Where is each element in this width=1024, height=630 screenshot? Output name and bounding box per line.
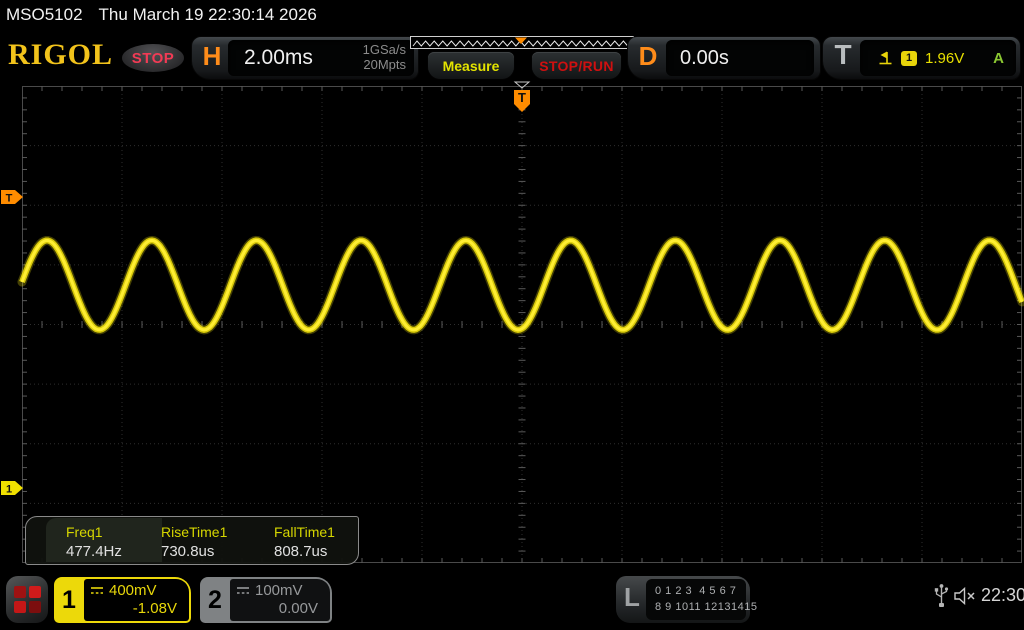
delay-well: 0.00s: [666, 40, 814, 76]
digital-row-1: 0 1 2 3 4 5 6 7: [655, 584, 737, 597]
trigger-edge-icon: [879, 51, 892, 65]
dc-coupling-icon: [237, 587, 249, 594]
rigol-logo: RIGOL: [8, 38, 114, 71]
acquisition-rates: 1GSa/s 20Mpts: [362, 42, 406, 73]
channel-1-panel[interactable]: 1 400mV -1.08V: [54, 577, 191, 623]
measurement-value: 477.4Hz: [66, 543, 122, 560]
horizontal-label: H: [202, 41, 222, 71]
svg-text:1: 1: [6, 484, 12, 496]
channel-2-offset: 0.00V: [278, 600, 318, 617]
waveform-display[interactable]: T T 1: [0, 80, 1024, 570]
model-name: MSO5102: [6, 5, 83, 24]
delay-label: D: [638, 41, 658, 71]
delay-panel[interactable]: D 0.00s: [628, 37, 820, 79]
measurement-label: Freq1: [66, 524, 103, 540]
measurement-value: 730.8us: [161, 543, 215, 560]
horizontal-panel[interactable]: H 2.00ms 1GSa/s 20Mpts: [192, 37, 418, 79]
measurement-value: 808.7us: [274, 543, 328, 560]
stop-run-button[interactable]: STOP/RUN: [532, 52, 621, 79]
measurement-label: RiseTime1: [161, 524, 228, 540]
channel-1-number: 1: [62, 585, 76, 614]
delay-value: 0.00s: [680, 46, 729, 69]
sample-rate: 1GSa/s: [362, 42, 406, 58]
trigger-well: 1 1.96V A: [860, 40, 1016, 76]
trigger-source-badge: 1: [901, 50, 917, 66]
timebase-scale: 2.00ms: [244, 46, 313, 69]
svg-text:T: T: [6, 193, 13, 205]
digital-row-2: 8 9 1011 12131415: [655, 600, 758, 613]
digital-channels-list: 0 1 2 3 4 5 6 7 8 9 1011 12131415: [646, 579, 758, 620]
measurement-results-box[interactable]: Freq1 477.4Hz RiseTime1 730.8us FallTime…: [25, 516, 359, 565]
run-state-badge: STOP: [122, 44, 184, 72]
memory-position-strip[interactable]: [410, 36, 634, 50]
oscilloscope-screen: MSO5102 Thu March 19 22:30:14 2026 RIGOL …: [0, 0, 1024, 630]
speaker-muted-icon[interactable]: [953, 587, 978, 605]
clock: 22:30: [981, 585, 1024, 605]
datetime: Thu March 19 22:30:14 2026: [98, 5, 317, 24]
measure-button[interactable]: Measure: [428, 52, 514, 79]
memory-depth: 20Mpts: [363, 57, 406, 72]
svg-text:T: T: [518, 90, 526, 105]
channel-1-scale: 400mV: [109, 582, 157, 599]
channel-1-body: 400mV -1.08V: [84, 579, 189, 621]
channel-1-trace-core: [20, 238, 1024, 332]
trigger-panel[interactable]: T 1 1.96V A: [823, 37, 1020, 79]
digital-channels-panel[interactable]: L 0 1 2 3 4 5 6 7 8 9 1011 12131415: [616, 576, 758, 623]
channel-2-body: 100mV 0.00V: [230, 579, 330, 621]
trigger-level-value: 1.96V: [925, 49, 965, 67]
top-info-bar: MSO5102 Thu March 19 22:30:14 2026: [6, 5, 317, 25]
channel-2-scale: 100mV: [255, 582, 303, 599]
trigger-label: T: [834, 39, 852, 70]
channel-2-panel[interactable]: 2 100mV 0.00V: [200, 577, 332, 623]
horizontal-well: 2.00ms 1GSa/s 20Mpts: [228, 40, 414, 76]
main-menu-button[interactable]: [6, 576, 48, 623]
dc-coupling-icon: [91, 587, 103, 594]
digital-channels-label: L: [624, 582, 640, 612]
channel-2-number: 2: [208, 585, 222, 614]
measurement-label: FallTime1: [274, 524, 335, 540]
usb-icon: [934, 584, 949, 607]
menu-grid-icon: [13, 586, 41, 613]
trigger-sweep-mode: A: [993, 49, 1004, 67]
channel-1-offset: -1.08V: [132, 600, 177, 617]
